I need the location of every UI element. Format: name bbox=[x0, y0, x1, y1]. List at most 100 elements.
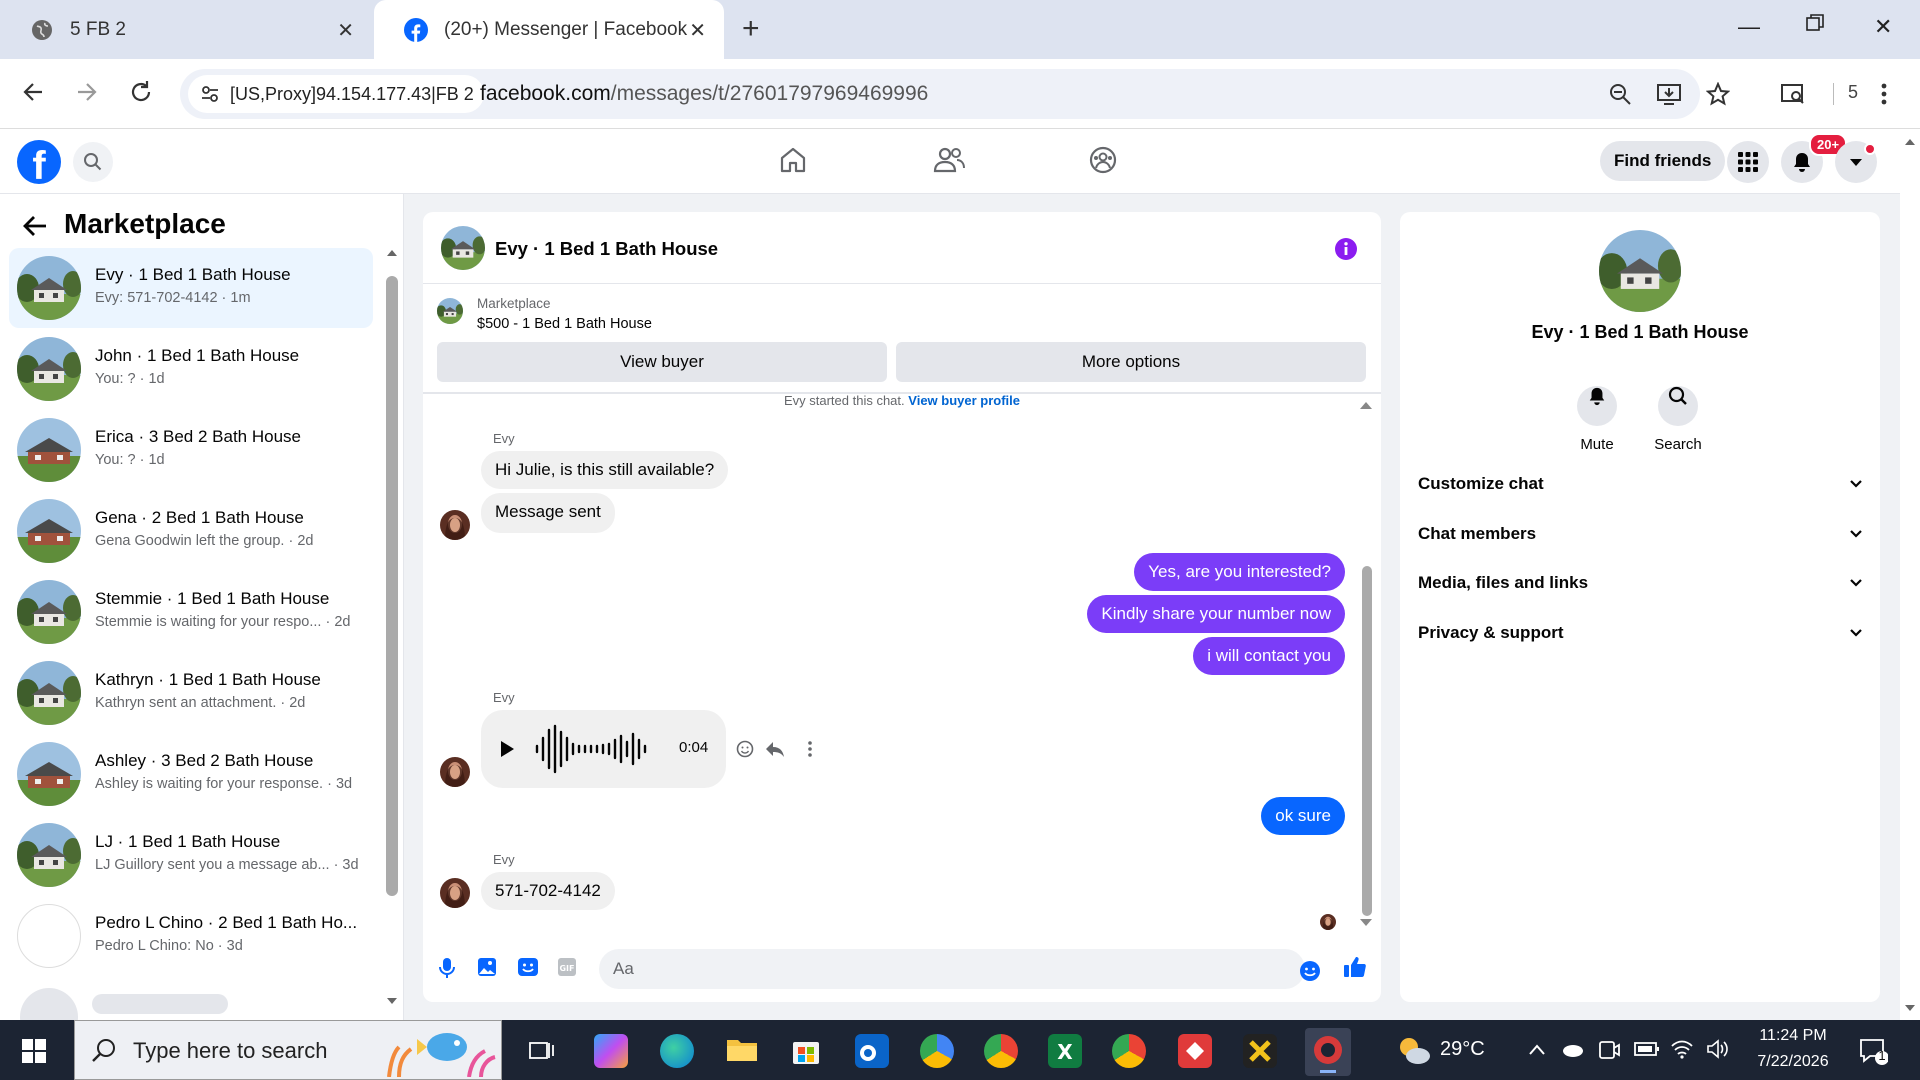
mute-button[interactable]: Mute bbox=[1557, 376, 1637, 453]
chrome-icon[interactable] bbox=[984, 1034, 1018, 1068]
page-scrollbar[interactable] bbox=[1900, 129, 1920, 1020]
info-icon[interactable] bbox=[1334, 237, 1358, 261]
bookmark-star-icon[interactable] bbox=[1706, 82, 1730, 106]
find-friends-button[interactable]: Find friends bbox=[1600, 141, 1726, 181]
task-view-icon[interactable] bbox=[525, 1034, 559, 1068]
facebook-search-button[interactable] bbox=[73, 142, 113, 182]
tab-messenger[interactable]: (20+) Messenger | Facebook ✕ bbox=[374, 0, 724, 59]
search-in-chat-button[interactable]: Search bbox=[1638, 376, 1718, 453]
install-app-icon[interactable] bbox=[1656, 82, 1682, 106]
tab-close-icon[interactable]: ✕ bbox=[689, 18, 706, 43]
photo-icon[interactable] bbox=[477, 957, 497, 977]
active-browser-app-icon[interactable] bbox=[1305, 1028, 1351, 1076]
tab-close-icon[interactable]: ✕ bbox=[337, 18, 354, 43]
thumbs-up-icon[interactable] bbox=[1343, 955, 1367, 979]
taskbar-search[interactable]: Type here to search bbox=[74, 1020, 502, 1080]
tab-fb2[interactable]: 5 FB 2 ✕ bbox=[0, 0, 372, 59]
sidebar-scroll-thumb[interactable] bbox=[386, 276, 398, 896]
anydesk-icon[interactable] bbox=[1178, 1034, 1212, 1068]
listing-price-title[interactable]: $500 - 1 Bed 1 Bath House bbox=[477, 316, 652, 332]
conversation-item[interactable]: Stemmie · 1 Bed 1 Bath House Stemmie is … bbox=[9, 572, 373, 652]
chat-avatar[interactable] bbox=[441, 226, 485, 270]
zoom-icon[interactable] bbox=[1608, 82, 1632, 106]
address-bar[interactable]: [US,Proxy]94.154.177.43|FB 2 facebook.co… bbox=[180, 69, 1700, 119]
copilot-icon[interactable] bbox=[594, 1034, 628, 1068]
conversation-item[interactable]: Kathryn · 1 Bed 1 Bath House Kathryn sen… bbox=[9, 653, 373, 733]
meet-now-icon[interactable] bbox=[1598, 1040, 1620, 1060]
restore-icon[interactable] bbox=[1806, 14, 1824, 32]
windows-taskbar: Type here to search X 29°C 11:24 PM 7/22… bbox=[0, 1020, 1920, 1080]
message-bubble-outgoing[interactable]: ok sure bbox=[1261, 797, 1345, 835]
chat-scroll-up-icon[interactable] bbox=[1359, 400, 1373, 410]
customize-chat-row[interactable]: Customize chat bbox=[1418, 464, 1862, 504]
menu-grid-button[interactable] bbox=[1727, 141, 1769, 183]
ixbrowser-icon[interactable] bbox=[1243, 1034, 1277, 1068]
chevron-up-icon[interactable] bbox=[1528, 1042, 1546, 1056]
profile-avatar[interactable] bbox=[1599, 230, 1681, 312]
message-bubble-incoming[interactable]: Message sent bbox=[481, 493, 615, 533]
tab-search-icon[interactable] bbox=[1780, 82, 1806, 106]
battery-icon[interactable] bbox=[1634, 1040, 1660, 1058]
message-bubble-outgoing[interactable]: Yes, are you interested? bbox=[1134, 553, 1345, 591]
windows-start-icon[interactable] bbox=[22, 1039, 46, 1063]
conversation-item[interactable]: LJ · 1 Bed 1 Bath House LJ Guillory sent… bbox=[9, 815, 373, 895]
chrome-alt-profile-icon[interactable] bbox=[1112, 1034, 1146, 1068]
message-input[interactable]: Aa bbox=[599, 949, 1305, 989]
groups-icon[interactable] bbox=[1088, 145, 1118, 175]
clock-time[interactable]: 11:24 PM bbox=[1748, 1027, 1838, 1045]
gif-icon[interactable]: GIF bbox=[557, 957, 577, 977]
play-icon[interactable] bbox=[499, 740, 515, 758]
voice-message[interactable]: 0:04 bbox=[481, 710, 726, 788]
weather-icon[interactable] bbox=[1396, 1034, 1430, 1068]
chat-members-row[interactable]: Chat members bbox=[1418, 514, 1862, 554]
conversation-item[interactable]: Evy · 1 Bed 1 Bath House Evy: 571-702-41… bbox=[9, 248, 373, 328]
microphone-icon[interactable] bbox=[437, 957, 457, 979]
browser-menu-icon[interactable] bbox=[1880, 82, 1888, 106]
more-actions-icon[interactable] bbox=[807, 740, 813, 758]
react-emoji-icon[interactable] bbox=[736, 740, 754, 758]
back-icon[interactable] bbox=[20, 78, 50, 108]
edge-browser-icon[interactable] bbox=[660, 1034, 694, 1068]
chat-scroll-thumb[interactable] bbox=[1362, 566, 1372, 916]
message-bubble-incoming[interactable]: 571-702-4142 bbox=[481, 872, 615, 910]
privacy-support-row[interactable]: Privacy & support bbox=[1418, 613, 1862, 653]
profile-indicator[interactable]: 5 bbox=[1848, 82, 1858, 103]
sticker-icon[interactable] bbox=[517, 957, 539, 977]
conversation-item[interactable]: John · 1 Bed 1 Bath House You: ? · 1d bbox=[9, 329, 373, 409]
close-window-icon[interactable]: ✕ bbox=[1874, 14, 1892, 40]
conversation-item[interactable]: Ashley · 3 Bed 2 Bath House Ashley is wa… bbox=[9, 734, 373, 814]
reload-icon[interactable] bbox=[127, 78, 157, 108]
onedrive-icon[interactable] bbox=[1560, 1040, 1584, 1058]
chat-title[interactable]: Evy · 1 Bed 1 Bath House bbox=[495, 238, 718, 260]
message-bubble-outgoing[interactable]: Kindly share your number now bbox=[1087, 595, 1345, 633]
facebook-logo[interactable]: f bbox=[17, 140, 61, 184]
microsoft-store-icon[interactable] bbox=[790, 1034, 824, 1068]
chrome-profile-icon[interactable] bbox=[920, 1034, 954, 1068]
back-arrow-icon[interactable] bbox=[22, 214, 48, 238]
volume-icon[interactable] bbox=[1706, 1038, 1730, 1060]
friends-icon[interactable] bbox=[933, 145, 965, 175]
file-explorer-icon[interactable] bbox=[725, 1034, 759, 1068]
media-files-links-row[interactable]: Media, files and links bbox=[1418, 563, 1862, 603]
message-bubble-outgoing[interactable]: i will contact you bbox=[1193, 637, 1345, 675]
excel-icon[interactable]: X bbox=[1048, 1034, 1082, 1068]
home-icon[interactable] bbox=[778, 145, 808, 175]
outlook-icon[interactable] bbox=[855, 1034, 889, 1068]
conversation-item[interactable]: Erica · 3 Bed 2 Bath House You: ? · 1d bbox=[9, 410, 373, 490]
message-bubble-incoming[interactable]: Hi Julie, is this still available? bbox=[481, 451, 729, 489]
view-buyer-button[interactable]: View buyer bbox=[437, 342, 887, 382]
conversation-item[interactable]: Pedro L Chino · 2 Bed 1 Bath Ho... Pedro… bbox=[9, 896, 373, 976]
site-info-chip[interactable]: [US,Proxy]94.154.177.43|FB 2 bbox=[188, 75, 484, 113]
reply-icon[interactable] bbox=[765, 740, 785, 758]
url-text[interactable]: facebook.com/messages/t/2760179796946999… bbox=[480, 82, 928, 106]
view-buyer-profile-link[interactable]: View buyer profile bbox=[908, 393, 1020, 408]
minimize-icon[interactable]: — bbox=[1738, 14, 1760, 40]
clock-date[interactable]: 7/22/2026 bbox=[1748, 1053, 1838, 1071]
more-options-button[interactable]: More options bbox=[896, 342, 1366, 382]
chat-scroll-down-icon[interactable] bbox=[1359, 918, 1373, 928]
forward-icon[interactable] bbox=[72, 78, 102, 108]
conversation-item[interactable]: Gena · 2 Bed 1 Bath House Gena Goodwin l… bbox=[9, 491, 373, 571]
emoji-icon[interactable] bbox=[1299, 960, 1321, 982]
wifi-icon[interactable] bbox=[1670, 1038, 1694, 1060]
new-tab-button[interactable]: + bbox=[742, 13, 760, 45]
